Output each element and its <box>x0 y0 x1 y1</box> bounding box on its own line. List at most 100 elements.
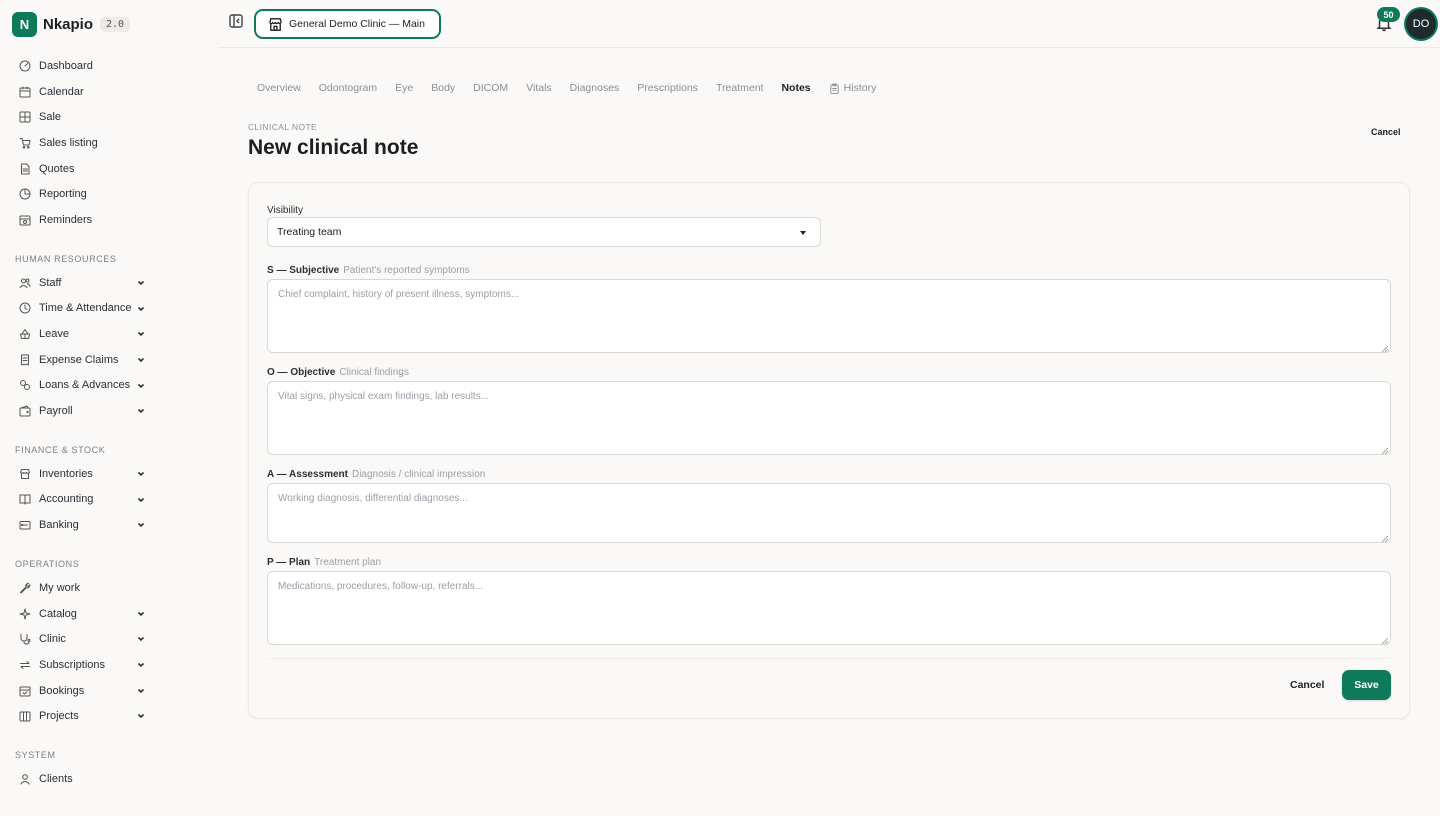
tab-odontogram[interactable]: Odontogram <box>319 82 377 94</box>
sidebar-item-reminders[interactable]: Reminders <box>0 207 218 233</box>
tab-label: Treatment <box>716 82 764 94</box>
resize-grip-icon[interactable] <box>1381 636 1389 645</box>
sidebar-item-leave[interactable]: Leave <box>0 321 218 347</box>
sidebar-item-staff[interactable]: Staff <box>0 270 218 296</box>
sidebar-item-clinic[interactable]: Clinic <box>0 626 218 652</box>
sidebar-item-label: Leave <box>39 328 69 341</box>
bank-icon <box>19 519 31 531</box>
subjective-placeholder: Chief complaint, history of present illn… <box>278 289 520 300</box>
chevron-down-icon[interactable] <box>136 495 146 505</box>
avatar[interactable]: DO <box>1406 9 1436 39</box>
user-icon <box>19 773 31 785</box>
tab-prescriptions[interactable]: Prescriptions <box>637 82 698 94</box>
tab-eye[interactable]: Eye <box>395 82 413 94</box>
sidebar-item-projects[interactable]: Projects <box>0 703 218 729</box>
page-eyebrow: CLINICAL NOTE <box>248 122 318 132</box>
sidebar-item-time-and-attendance[interactable]: Time & Attendance <box>0 296 218 322</box>
caret-down-icon <box>800 231 806 235</box>
clinic-name: General Demo Clinic — Main <box>289 18 425 30</box>
chevron-down-icon[interactable] <box>136 355 146 365</box>
assessment-label: A — Assessment Diagnosis / clinical impre… <box>267 469 486 480</box>
visibility-value: Treating team <box>277 226 342 238</box>
sidebar-item-dashboard[interactable]: Dashboard <box>0 53 218 79</box>
receipt-icon <box>19 354 31 366</box>
tab-label: Vitals <box>526 82 552 94</box>
tab-overview[interactable]: Overview <box>257 82 301 94</box>
sidebar-item-label: Staff <box>39 276 62 289</box>
brand[interactable]: N Nkapio 2.0 <box>12 11 131 37</box>
sidebar-item-my-work[interactable]: My work <box>0 575 218 601</box>
assessment-textarea[interactable]: Working diagnosis, differential diagnose… <box>267 483 1391 543</box>
tab-body[interactable]: Body <box>431 82 455 94</box>
tab-history[interactable]: History <box>829 82 876 94</box>
sidebar-item-accounting[interactable]: Accounting <box>0 487 218 513</box>
chevron-down-icon[interactable] <box>136 406 146 416</box>
chevron-down-icon[interactable] <box>136 469 146 479</box>
tab-vitals[interactable]: Vitals <box>526 82 552 94</box>
chevron-down-icon[interactable] <box>136 609 146 619</box>
sidebar-item-catalog[interactable]: Catalog <box>0 601 218 627</box>
sidebar-item-inventories[interactable]: Inventories <box>0 461 218 487</box>
coins-icon <box>19 379 31 391</box>
reminder-icon <box>19 214 31 226</box>
chevron-down-icon[interactable] <box>136 686 146 696</box>
sidebar-item-sales-listing[interactable]: Sales listing <box>0 130 218 156</box>
resize-grip-icon[interactable] <box>1381 344 1389 353</box>
sidebar-item-subscriptions[interactable]: Subscriptions <box>0 652 218 678</box>
tab-treatment[interactable]: Treatment <box>716 82 763 94</box>
store-icon <box>267 16 284 33</box>
chevron-down-icon[interactable] <box>136 381 146 391</box>
chevron-down-icon[interactable] <box>136 711 146 721</box>
sidebar-item-banking[interactable]: Banking <box>0 512 218 538</box>
tab-label: Eye <box>395 82 414 94</box>
sidebar-item-clients[interactable]: Clients <box>0 766 218 792</box>
clinic-selector[interactable]: General Demo Clinic — Main <box>254 9 441 39</box>
chevron-down-icon[interactable] <box>136 304 146 314</box>
notification-badge: 50 <box>1377 7 1400 22</box>
tab-notes[interactable]: Notes <box>781 82 810 94</box>
objective-placeholder: Vital signs, physical exam findings, lab… <box>278 391 490 402</box>
resize-grip-icon[interactable] <box>1381 446 1389 455</box>
chevron-down-icon[interactable] <box>136 660 146 670</box>
sidebar-item-payroll[interactable]: Payroll <box>0 398 218 424</box>
save-button[interactable]: Save <box>1342 670 1391 700</box>
sidebar-item-label: Expense Claims <box>39 353 119 366</box>
objective-textarea[interactable]: Vital signs, physical exam findings, lab… <box>267 381 1391 455</box>
pos-icon <box>19 111 31 123</box>
sidebar-item-bookings[interactable]: Bookings <box>0 678 218 704</box>
chart-icon <box>19 188 31 200</box>
chevron-down-icon[interactable] <box>136 278 146 288</box>
sidebar-item-quotes[interactable]: Quotes <box>0 156 218 182</box>
objective-label: O — Objective Clinical findings <box>267 367 409 378</box>
sidebar-item-label: Inventories <box>39 467 93 480</box>
sidebar-item-label: Clinic <box>39 633 66 646</box>
chevron-down-icon[interactable] <box>136 634 146 644</box>
sidebar-item-expense-claims[interactable]: Expense Claims <box>0 347 218 373</box>
columns-icon <box>19 710 31 722</box>
subjective-label: S — Subjective Patient's reported symptom… <box>267 265 470 276</box>
tab-diagnoses[interactable]: Diagnoses <box>570 82 620 94</box>
header-cancel-button[interactable]: Cancel <box>1371 127 1401 137</box>
users-icon <box>19 277 31 289</box>
sidebar-item-label: Banking <box>39 519 79 532</box>
plan-textarea[interactable]: Medications, procedures, follow-up, refe… <box>267 571 1391 645</box>
sidebar-item-reporting[interactable]: Reporting <box>0 181 218 207</box>
sidebar-nav: Dashboard Calendar Sale Sales listing Quotes… <box>0 53 218 792</box>
sidebar-item-loans-and-advances[interactable]: Loans & Advances <box>0 373 218 399</box>
sidebar-item-calendar[interactable]: Calendar <box>0 79 218 105</box>
collapse-sidebar-icon[interactable] <box>228 13 244 29</box>
nav-section-title: HUMAN RESOURCES <box>15 253 117 264</box>
resize-grip-icon[interactable] <box>1381 534 1389 543</box>
clipboard-icon <box>829 82 840 94</box>
sidebar-item-sale[interactable]: Sale <box>0 104 218 130</box>
visibility-select[interactable]: Treating team <box>267 217 821 247</box>
brand-logo: N <box>12 11 37 37</box>
tab-label: DICOM <box>473 82 509 94</box>
subjective-textarea[interactable]: Chief complaint, history of present illn… <box>267 279 1391 353</box>
cancel-button[interactable]: Cancel <box>1290 679 1324 691</box>
chevron-down-icon[interactable] <box>136 520 146 530</box>
leave-icon <box>19 328 31 340</box>
chevron-down-icon[interactable] <box>136 329 146 339</box>
tab-dicom[interactable]: DICOM <box>473 82 508 94</box>
